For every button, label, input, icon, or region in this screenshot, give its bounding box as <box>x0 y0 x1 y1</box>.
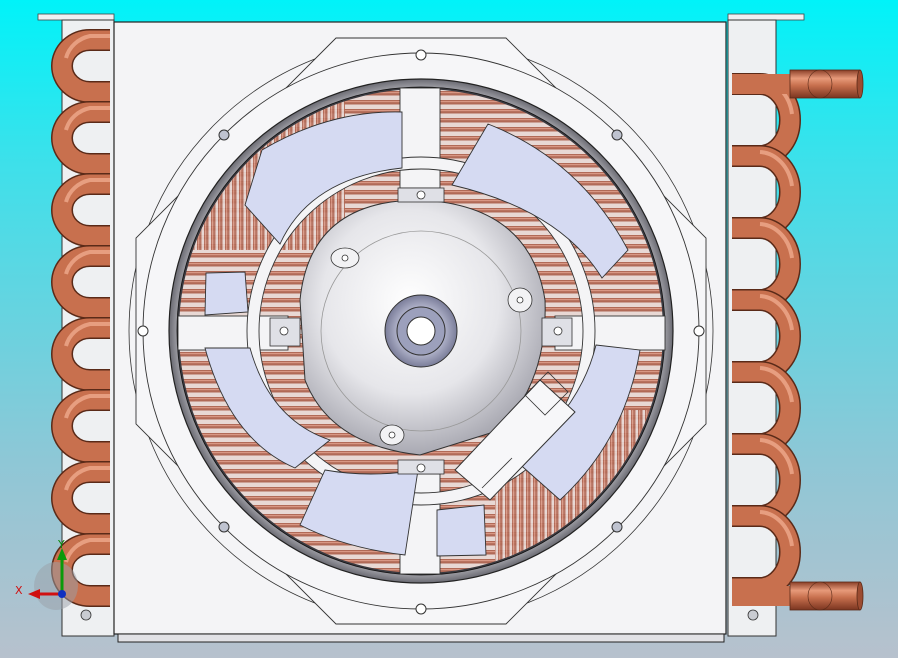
triad-x-label: X <box>15 584 23 597</box>
top-flange-right[interactable] <box>727 13 805 21</box>
outlet-stub-pipe[interactable] <box>789 581 864 611</box>
triad-z-axis <box>58 590 66 598</box>
mount-hole-right[interactable] <box>693 325 705 337</box>
motor-bracket-left <box>269 317 301 347</box>
triad-y-label: Y <box>58 538 65 551</box>
mount-hole-top-right[interactable] <box>611 129 623 141</box>
left-mount-hole <box>80 609 92 621</box>
motor-shaft <box>406 316 436 346</box>
mount-hole-top[interactable] <box>415 49 427 61</box>
mount-hole-bottom-right[interactable] <box>611 521 623 533</box>
right-end-plate[interactable] <box>727 19 777 637</box>
fan-condenser-model[interactable] <box>0 0 898 658</box>
fan-blade-6[interactable] <box>204 271 249 316</box>
right-mount-hole <box>747 609 759 621</box>
motor-bracket-top <box>397 187 445 203</box>
top-flange-left[interactable] <box>37 13 115 21</box>
mount-hole-bottom-left[interactable] <box>218 521 230 533</box>
fan-blade-7[interactable] <box>436 504 487 557</box>
mount-hole-left[interactable] <box>137 325 149 337</box>
mount-hole-top-left[interactable] <box>218 129 230 141</box>
cad-viewport[interactable]: X Y <box>0 0 898 658</box>
mount-hole-bottom[interactable] <box>415 603 427 615</box>
motor-bracket-bottom <box>397 459 445 475</box>
motor-bracket-right <box>541 317 573 347</box>
inlet-stub-pipe[interactable] <box>789 69 864 99</box>
motor-hub[interactable] <box>384 294 458 368</box>
